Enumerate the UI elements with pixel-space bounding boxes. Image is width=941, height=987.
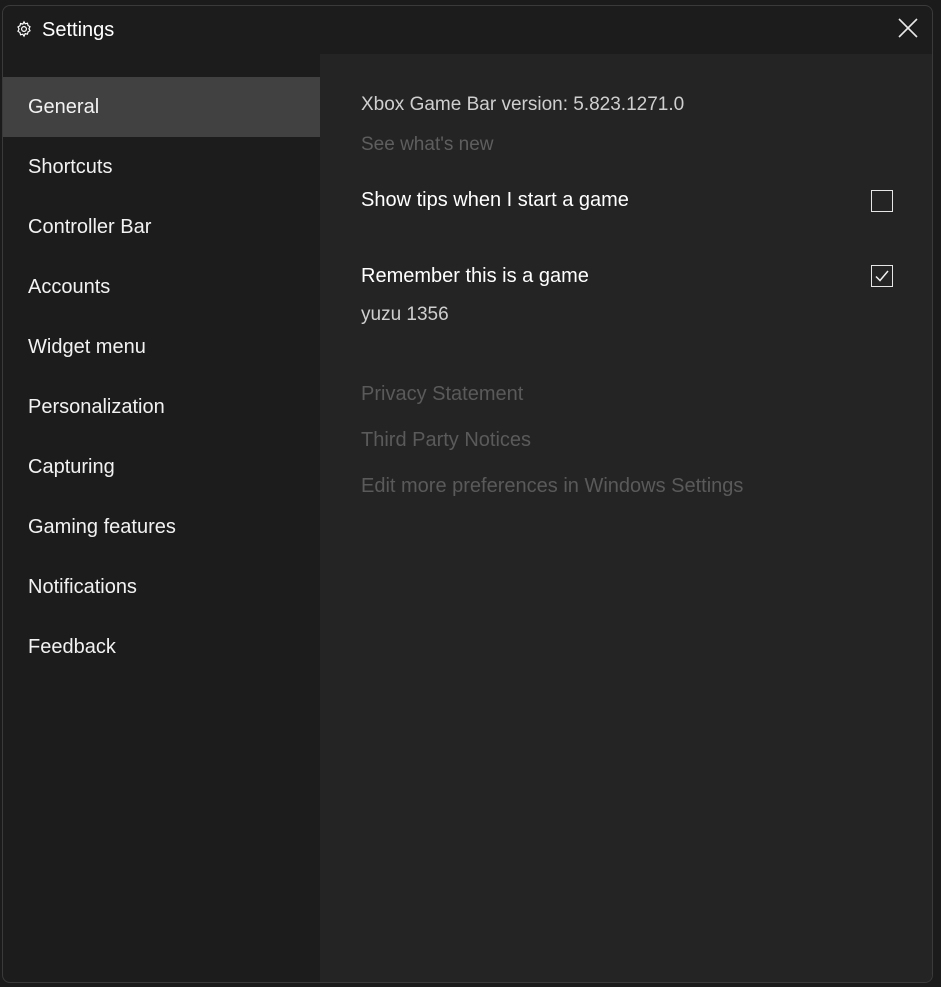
sidebar-item-label: Controller Bar — [28, 215, 152, 238]
sidebar-item-general[interactable]: General — [3, 77, 320, 137]
sidebar-nav: General Shortcuts Controller Bar Account… — [3, 77, 320, 982]
sidebar-item-notifications[interactable]: Notifications — [3, 557, 320, 617]
privacy-statement-link[interactable]: Privacy Statement — [361, 383, 523, 406]
remember-game-checkbox[interactable] — [871, 265, 893, 287]
general-settings-panel: Xbox Game Bar version: 5.823.1271.0 See … — [320, 54, 932, 982]
close-button[interactable] — [894, 16, 922, 44]
settings-window: Settings General Shortcuts Controller Ba… — [2, 5, 933, 983]
gear-icon — [15, 20, 33, 38]
show-tips-checkbox[interactable] — [871, 190, 893, 212]
sidebar-item-personalization[interactable]: Personalization — [3, 377, 320, 437]
sidebar-item-capturing[interactable]: Capturing — [3, 437, 320, 497]
sidebar-item-label: Accounts — [28, 275, 111, 298]
sidebar-item-feedback[interactable]: Feedback — [3, 617, 320, 677]
sidebar-item-label: Notifications — [28, 575, 137, 598]
whats-new-link[interactable]: See what's new — [361, 134, 493, 156]
close-icon — [897, 17, 919, 44]
sidebar-item-label: Widget menu — [28, 335, 146, 358]
title-bar: Settings — [3, 6, 932, 54]
sidebar-item-label: Personalization — [28, 395, 165, 418]
sidebar-item-accounts[interactable]: Accounts — [3, 257, 320, 317]
sidebar-item-label: Gaming features — [28, 515, 176, 538]
sidebar-item-label: Feedback — [28, 635, 116, 658]
version-text: Xbox Game Bar version: 5.823.1271.0 — [361, 94, 685, 115]
sidebar-item-label: Shortcuts — [28, 155, 113, 178]
remember-game-label: Remember this is a game — [361, 265, 589, 287]
sidebar-item-widget-menu[interactable]: Widget menu — [3, 317, 320, 377]
third-party-notices-link[interactable]: Third Party Notices — [361, 429, 531, 452]
sidebar-item-gaming-features[interactable]: Gaming features — [3, 497, 320, 557]
sidebar-item-shortcuts[interactable]: Shortcuts — [3, 137, 320, 197]
windows-settings-link[interactable]: Edit more preferences in Windows Setting… — [361, 475, 743, 498]
sidebar-item-controller-bar[interactable]: Controller Bar — [3, 197, 320, 257]
window-title: Settings — [42, 19, 115, 41]
show-tips-label: Show tips when I start a game — [361, 189, 629, 211]
game-name: yuzu 1356 — [361, 304, 449, 325]
sidebar-item-label: General — [28, 95, 100, 118]
sidebar-item-label: Capturing — [28, 455, 115, 478]
